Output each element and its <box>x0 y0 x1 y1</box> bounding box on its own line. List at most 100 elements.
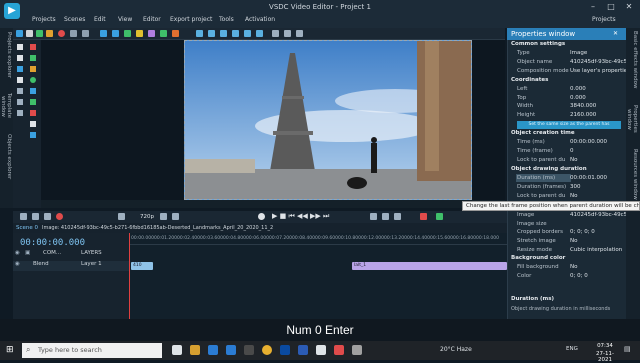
composition-mode-select[interactable]: Use layer's properties <box>570 68 630 74</box>
arrange-icon[interactable] <box>172 30 179 37</box>
width-field[interactable]: 3840.000 <box>570 103 596 109</box>
pen-tool-icon[interactable] <box>30 44 36 50</box>
section-background-color[interactable]: Background color <box>511 255 626 263</box>
chrome-icon[interactable] <box>262 345 272 355</box>
notifications-icon[interactable]: ▤ <box>624 345 634 355</box>
resize-mode-select[interactable]: Cubic interpolation <box>570 247 622 253</box>
grid-icon[interactable] <box>272 30 279 37</box>
clock-time[interactable]: 07:34 <box>590 343 620 349</box>
tab-objects-explorer[interactable]: Objects explorer <box>1 132 12 182</box>
time-ms-field[interactable]: 00:00:00.000 <box>570 139 607 145</box>
settings-icon[interactable] <box>352 345 362 355</box>
menu-activation[interactable]: Activation <box>245 16 275 23</box>
move-tool-icon[interactable] <box>17 88 23 94</box>
zoom-out-icon[interactable] <box>160 213 167 220</box>
weather-widget[interactable]: 20°C Haze <box>440 346 472 353</box>
sprites-icon[interactable] <box>256 30 263 37</box>
line-tool-icon[interactable] <box>30 55 36 61</box>
cut-icon[interactable] <box>100 30 107 37</box>
crop-icon[interactable] <box>124 30 131 37</box>
duration-ms-field[interactable]: 00:00:01.000 <box>570 175 607 181</box>
track-row-composition[interactable]: ◉ ▣ COM... LAYERS <box>13 250 129 260</box>
zoom-in-icon[interactable] <box>172 213 179 220</box>
track-row-layer-1[interactable]: ◉ Blend Layer 1 <box>13 261 129 271</box>
tab-scene-0[interactable]: Scene 0 <box>16 225 38 231</box>
mail-icon[interactable] <box>208 345 218 355</box>
tab-basic-effects[interactable]: Basic effects window <box>627 30 638 90</box>
vsdc-taskbar-icon[interactable] <box>316 345 326 355</box>
cropped-borders-field[interactable]: 0; 0; 0; 0 <box>570 229 595 235</box>
delete-icon[interactable] <box>420 213 427 220</box>
photoshop-icon[interactable] <box>280 345 290 355</box>
quality-settings-icon[interactable] <box>118 213 125 220</box>
rotate-tool-icon[interactable] <box>17 99 23 105</box>
time-frame-field[interactable]: 0 <box>570 148 574 154</box>
split-icon[interactable] <box>112 30 119 37</box>
eye-icon[interactable]: ◉ <box>15 250 20 256</box>
tab-properties-window[interactable]: Properties window <box>626 94 638 144</box>
lock-icon[interactable] <box>436 213 443 220</box>
lock-track-icon[interactable]: ▣ <box>25 250 30 256</box>
record-icon[interactable] <box>58 30 65 37</box>
menu-tools[interactable]: Tools <box>219 16 234 23</box>
polygon-tool-icon[interactable] <box>30 99 36 105</box>
store-icon[interactable] <box>226 345 236 355</box>
select-arrow-icon[interactable] <box>17 44 23 50</box>
timeline-select-icon[interactable] <box>20 213 27 220</box>
rotate-icon[interactable] <box>136 30 143 37</box>
menu-scenes[interactable]: Scenes <box>64 16 85 23</box>
menu-export-project[interactable]: Export project <box>170 16 212 23</box>
task-view-icon[interactable] <box>172 345 182 355</box>
playback-controls[interactable]: ▶ ■ ⏮ ◀◀ ▶▶ ⏭ <box>272 212 329 221</box>
select-tool-icon[interactable] <box>26 30 33 37</box>
lock-parent-select[interactable]: No <box>570 157 577 163</box>
windows-start-icon[interactable]: ⊞ <box>6 345 16 355</box>
section-creation-time[interactable]: Object creation time <box>511 130 626 138</box>
snap-icon[interactable] <box>284 30 291 37</box>
layer-clip[interactable]: lalt_1 <box>352 262 507 270</box>
section-drawing-duration[interactable]: Object drawing duration <box>511 166 626 174</box>
minimize-icon[interactable]: – <box>586 2 600 13</box>
top-field[interactable]: 0.000 <box>570 95 586 101</box>
duration-frames-field[interactable]: 300 <box>570 184 581 190</box>
timeline-move-icon[interactable] <box>32 213 39 220</box>
undo-icon[interactable] <box>70 30 77 37</box>
fill-background-select[interactable]: No <box>570 264 577 270</box>
image-tool-icon[interactable] <box>30 132 36 138</box>
section-coordinates[interactable]: Coordinates <box>511 77 626 85</box>
taskbar-search-input[interactable]: Type here to search <box>22 343 162 358</box>
menu-view[interactable]: View <box>118 16 132 23</box>
playhead[interactable] <box>129 233 130 319</box>
tab-image-object[interactable]: Image: 410245df-93bc-49c5-b271-6fbbd1618… <box>42 225 312 231</box>
marker-icon[interactable] <box>370 213 377 220</box>
zoom-icon[interactable] <box>296 30 303 37</box>
media-icon[interactable] <box>334 345 344 355</box>
video-preview[interactable] <box>184 40 472 200</box>
menu-editor[interactable]: Editor <box>143 16 161 23</box>
timeline-trim-icon[interactable] <box>44 213 51 220</box>
shape-tool-icon[interactable] <box>30 110 36 116</box>
pointer-tool-icon[interactable] <box>16 30 23 37</box>
snapshot-icon[interactable] <box>394 213 401 220</box>
tab-template-window[interactable]: Template window <box>0 84 12 128</box>
crop-tool-icon[interactable] <box>17 77 23 83</box>
flip-icon[interactable] <box>148 30 155 37</box>
height-field[interactable]: 2160.000 <box>570 112 596 118</box>
filters-icon[interactable] <box>244 30 251 37</box>
hand-tool-icon[interactable] <box>17 55 23 61</box>
ellipse-tool-icon[interactable] <box>30 77 36 83</box>
app-icon[interactable] <box>244 345 254 355</box>
text-effects-icon[interactable] <box>220 30 227 37</box>
rectangle-tool-icon[interactable] <box>30 66 36 72</box>
audio-effects-icon[interactable] <box>232 30 239 37</box>
blend-mode-select[interactable]: Blend <box>33 261 49 267</box>
maximize-icon[interactable]: □ <box>604 2 618 13</box>
redo-icon[interactable] <box>82 30 89 37</box>
add-object-icon[interactable] <box>36 30 43 37</box>
text-tool-icon[interactable] <box>30 121 36 127</box>
loop-icon[interactable] <box>258 213 265 220</box>
menu-edit[interactable]: Edit <box>94 16 106 23</box>
menu-projects[interactable]: Projects <box>32 16 56 23</box>
preview-quality-select[interactable]: 720p <box>140 214 154 220</box>
zoom-tool-icon[interactable] <box>17 66 23 72</box>
